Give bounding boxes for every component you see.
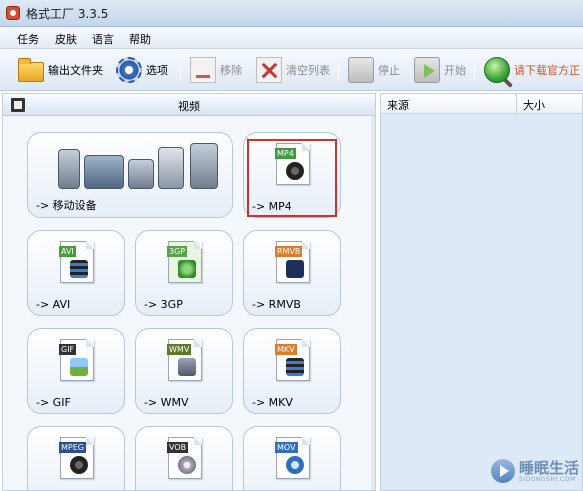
folder-icon [18,58,44,82]
start-label: 开始 [444,64,466,77]
output-folder-button[interactable]: 输出文件夹 [18,55,103,85]
start-button[interactable]: 开始 [414,55,466,85]
stop-button[interactable]: 停止 [348,55,400,85]
gear-icon [116,57,142,83]
vob-file-icon: VOB [167,437,202,479]
tile-label: -> MKV [252,396,293,409]
format-tag: RMVB [275,246,303,257]
tile-label: -> 移动设备 [36,199,97,212]
stop-icon [348,57,374,83]
watermark-logo-icon [490,459,515,483]
download-label: 请下载官方正 [514,64,580,77]
panel-title: 视频 [178,100,200,113]
format-tag: WMV [167,344,192,355]
tile-mkv[interactable]: MKV -> MKV [243,328,341,414]
toolbar-separator [180,57,181,83]
tile-mov[interactable]: MOV [243,426,341,490]
video-panel: 视频 -> 移动设备 MP4 -> MP4 AVI -> AVI 3GP -> … [2,93,376,491]
tile-wmv[interactable]: WMV -> WMV [135,328,233,414]
watermark-subtext: SIDONGSHI.COM [518,475,576,483]
remove-button[interactable]: 移除 [190,55,242,85]
options-button[interactable]: 选项 [116,55,168,85]
rmvb-file-icon: RMVB [275,241,310,283]
play-icon [414,57,440,83]
tile-label: -> AVI [36,298,71,311]
clear-icon [256,57,282,83]
column-size[interactable]: 大小 [517,94,583,114]
menu-skin[interactable]: 皮肤 [52,30,80,48]
menu-language[interactable]: 语言 [89,30,117,48]
video-panel-header[interactable]: 视频 [3,94,375,116]
avi-file-icon: AVI [59,241,94,283]
format-tag: MOV [275,442,298,453]
remove-icon [190,57,216,83]
tile-avi[interactable]: AVI -> AVI [27,230,125,316]
gif-file-icon: GIF [59,339,94,381]
tile-rmvb[interactable]: RMVB -> RMVB [243,230,341,316]
clear-list-label: 清空列表 [286,64,330,77]
tile-label: -> 3GP [144,298,183,311]
tile-3gp[interactable]: 3GP -> 3GP [135,230,233,316]
tile-label: -> RMVB [252,298,301,311]
tile-gif[interactable]: GIF -> GIF [27,328,125,414]
tile-mobile-device[interactable]: -> 移动设备 [27,132,233,218]
download-official-button[interactable]: 请下载官方正 [484,55,580,85]
column-source[interactable]: 来源 [381,94,517,114]
tile-vob[interactable]: VOB [135,426,233,490]
format-tag: VOB [167,442,189,453]
output-folder-label: 输出文件夹 [48,64,103,77]
format-tag: GIF [59,344,77,355]
format-tag: MPEG [59,442,86,453]
panel-scrollbar[interactable] [371,116,375,490]
selection-highlight [247,139,337,217]
tile-label: -> GIF [36,396,71,409]
toolbar-separator [474,57,475,83]
window-title: 格式工厂 3.3.5 [26,7,109,21]
title-bar: 格式工厂 3.3.5 [0,0,583,27]
menu-task[interactable]: 任务 [14,30,42,48]
menu-help[interactable]: 帮助 [126,30,154,48]
mkv-file-icon: MKV [275,339,310,381]
mobile-devices-icon [54,139,230,189]
app-logo-icon [6,6,20,20]
clear-list-button[interactable]: 清空列表 [256,55,330,85]
wmv-file-icon: WMV [167,339,202,381]
tile-label: -> WMV [144,396,189,409]
toolbar: 输出文件夹 选项 移除 清空列表 停止 开始 请下载官方正 [0,49,583,91]
menu-bar: 任务 皮肤 语言 帮助 [0,27,583,49]
tile-mpeg[interactable]: MPEG [27,426,125,490]
remove-label: 移除 [220,64,242,77]
watermark-text: 睡眠生活 [518,458,579,477]
mpeg-file-icon: MPEG [59,437,94,479]
options-label: 选项 [146,64,168,77]
toolbar-separator [338,57,339,83]
globe-search-icon [484,57,510,83]
stop-label: 停止 [378,64,400,77]
task-list[interactable]: 来源 大小 [380,93,583,491]
format-tag: 3GP [167,246,188,257]
format-tag: MKV [275,344,297,355]
3gp-file-icon: 3GP [167,241,202,283]
watermark: 睡眠生活 SIDONGSHI.COM [490,458,579,483]
mov-file-icon: MOV [275,437,310,479]
format-tag: AVI [59,246,76,257]
